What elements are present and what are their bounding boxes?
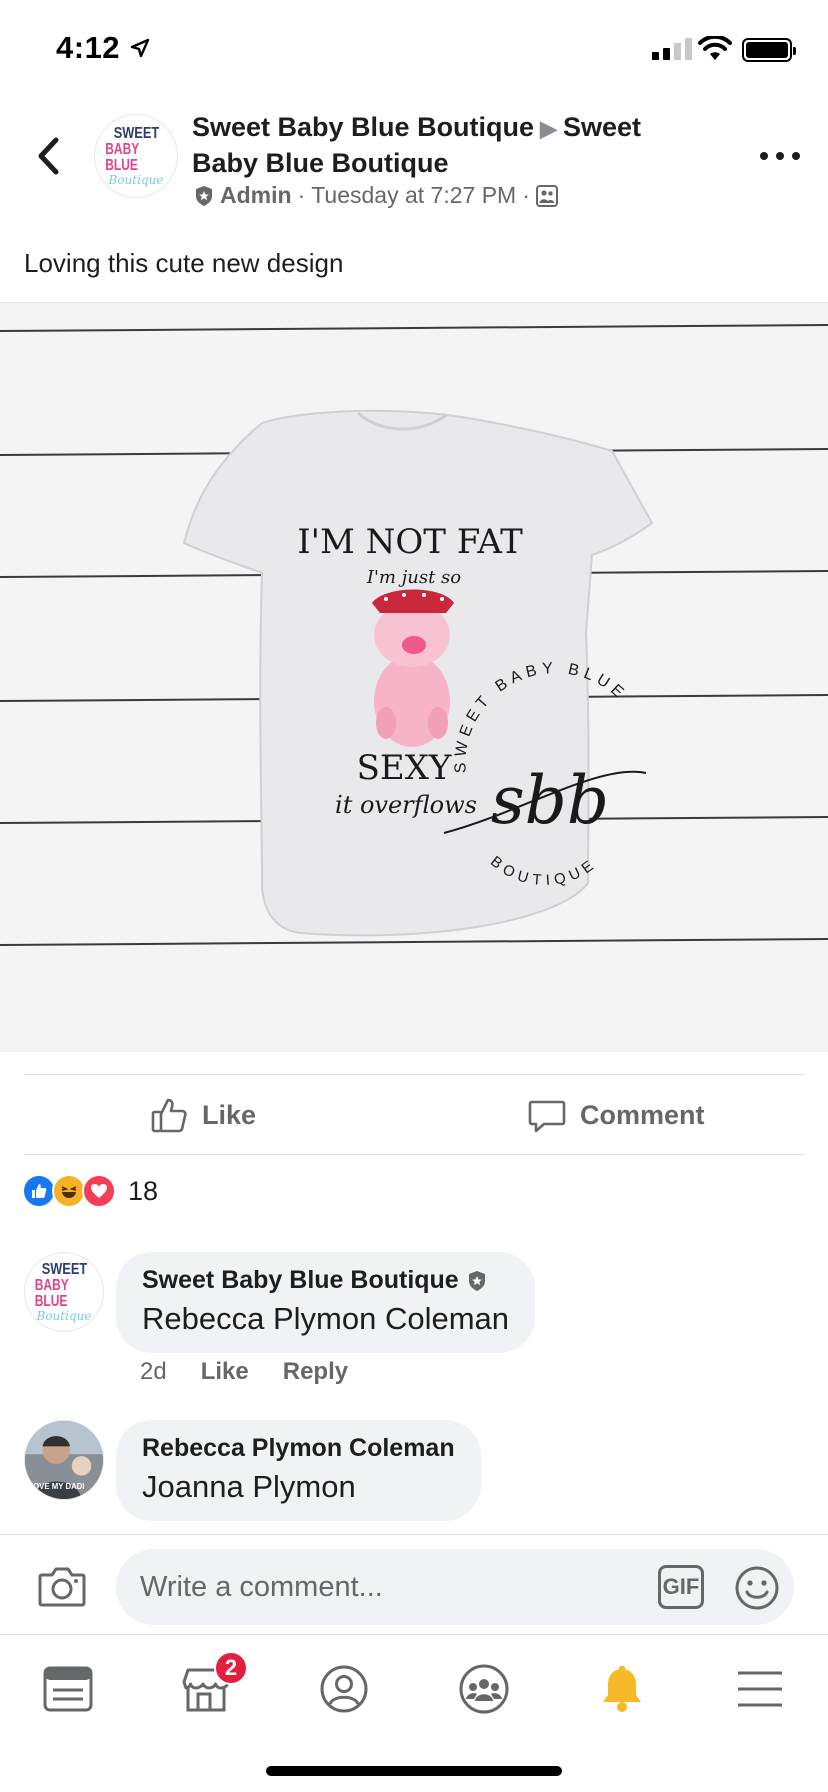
logo-text: Boutique xyxy=(36,1309,92,1323)
logo-text: BABY BLUE xyxy=(34,1277,69,1310)
comment-label: Comment xyxy=(580,1099,705,1130)
reaction-count: 18 xyxy=(128,1175,159,1206)
cell-signal-icon xyxy=(652,38,692,60)
tab-menu[interactable] xyxy=(730,1659,790,1719)
back-button[interactable] xyxy=(28,128,68,184)
avatar-shirt-text: I LOVE MY DADI xyxy=(24,1482,85,1491)
comment-bubble[interactable]: Rebecca Plymon Coleman Joanna Plymon xyxy=(116,1420,481,1521)
logo-text: BABY BLUE xyxy=(105,141,140,174)
gif-button[interactable]: GIF xyxy=(658,1565,704,1609)
comment-composer: GIF xyxy=(0,1534,828,1634)
comment-age: 2d xyxy=(140,1358,167,1385)
chevron-left-icon xyxy=(38,137,59,175)
dot xyxy=(792,152,800,160)
admin-label: Admin xyxy=(220,182,292,208)
post-header: SWEET BABY BLUE Boutique Sweet Baby Blue… xyxy=(0,104,828,234)
hamburger-menu-icon xyxy=(738,1671,782,1707)
shared-to-arrow-icon: ▶ xyxy=(540,116,557,141)
emoji-icon[interactable] xyxy=(734,1565,780,1611)
comment-author-name[interactable]: Rebecca Plymon Coleman xyxy=(142,1434,455,1463)
battery-icon xyxy=(742,38,796,62)
comment-icon xyxy=(528,1100,566,1133)
wifi-icon xyxy=(698,36,732,60)
status-time: 4:12 xyxy=(56,30,121,65)
admin-badge-icon xyxy=(196,185,212,206)
page-name-link[interactable]: Sweet Baby Blue Boutique xyxy=(192,112,534,142)
tab-news-feed[interactable] xyxy=(38,1659,98,1719)
groups-icon xyxy=(459,1664,509,1714)
post-title: Sweet Baby Blue Boutique ▶ Sweet Baby Blue… xyxy=(192,110,712,180)
meta-separator: · xyxy=(522,182,530,208)
admin-badge-icon xyxy=(468,1270,485,1291)
watermark-monogram: sbb xyxy=(491,762,609,839)
more-options-button[interactable] xyxy=(760,144,800,168)
comment-author: Rebecca Plymon Coleman xyxy=(142,1434,455,1463)
post-text: Loving this cute new design xyxy=(24,248,344,278)
logo-text: SWEET xyxy=(41,1261,87,1278)
comment-bubble[interactable]: Sweet Baby Blue Boutique Rebecca Plymon … xyxy=(116,1252,536,1353)
comment-button[interactable]: Comment xyxy=(528,1090,705,1140)
shirt-text: I'M NOT FAT xyxy=(297,522,523,562)
shirt-text: SEXY xyxy=(357,748,452,788)
status-bar: 4:12 xyxy=(0,0,828,100)
post-meta: Admin · Tuesday at 7:27 PM · xyxy=(194,182,558,209)
reactions-summary[interactable]: 18 xyxy=(22,1174,158,1208)
post-image[interactable]: I'M NOT FAT I'm just so SEXY it overflow… xyxy=(0,302,828,1052)
divider xyxy=(24,1154,804,1155)
page-avatar[interactable]: SWEET BABY BLUE Boutique xyxy=(94,114,178,198)
divider xyxy=(24,1074,804,1075)
tab-marketplace[interactable]: 2 xyxy=(176,1651,248,1719)
tab-profile[interactable] xyxy=(314,1659,374,1719)
tshirt-photo: I'M NOT FAT I'm just so SEXY it overflow… xyxy=(0,303,828,1052)
profile-photo: I LOVE MY DADI xyxy=(24,1421,103,1499)
love-reaction-icon xyxy=(82,1174,116,1208)
like-button[interactable]: Like xyxy=(150,1090,256,1140)
comment-reply-button[interactable]: Reply xyxy=(283,1358,348,1386)
shirt-text: I'm just so xyxy=(366,567,461,588)
tab-groups[interactable] xyxy=(454,1659,514,1719)
bell-icon xyxy=(603,1666,641,1712)
tab-notifications[interactable] xyxy=(592,1659,652,1719)
profile-icon xyxy=(320,1665,368,1713)
shirt-text: it overflows xyxy=(335,791,477,819)
dot xyxy=(776,152,784,160)
haha-reaction-icon xyxy=(52,1174,86,1208)
like-reaction-icon xyxy=(22,1174,56,1208)
commenter-avatar[interactable]: I LOVE MY DADI xyxy=(24,1420,104,1500)
comment-like-button[interactable]: Like xyxy=(201,1358,249,1386)
comment-text[interactable]: Joanna Plymon xyxy=(142,1469,455,1505)
comment-author-name[interactable]: Sweet Baby Blue Boutique xyxy=(142,1266,459,1295)
news-feed-icon xyxy=(43,1666,93,1712)
commenter-avatar[interactable]: SWEET BABY BLUE Boutique xyxy=(24,1252,104,1332)
camera-icon[interactable] xyxy=(38,1565,86,1607)
audience-group-icon[interactable] xyxy=(535,184,558,207)
notification-badge: 2 xyxy=(214,1651,248,1685)
comment-author: Sweet Baby Blue Boutique xyxy=(142,1266,509,1295)
thumbs-up-icon xyxy=(151,1098,187,1133)
meta-separator: · xyxy=(297,182,306,208)
post-timestamp[interactable]: Tuesday at 7:27 PM xyxy=(311,182,516,209)
logo-text: Boutique xyxy=(108,173,164,187)
logo-text: SWEET xyxy=(113,125,159,142)
comment-text[interactable]: Rebecca Plymon Coleman xyxy=(142,1301,509,1337)
comment-meta: 2d Like Reply xyxy=(140,1358,348,1386)
like-label: Like xyxy=(202,1099,257,1130)
location-arrow-icon xyxy=(130,38,150,58)
dot xyxy=(760,152,768,160)
home-indicator[interactable] xyxy=(266,1766,562,1776)
